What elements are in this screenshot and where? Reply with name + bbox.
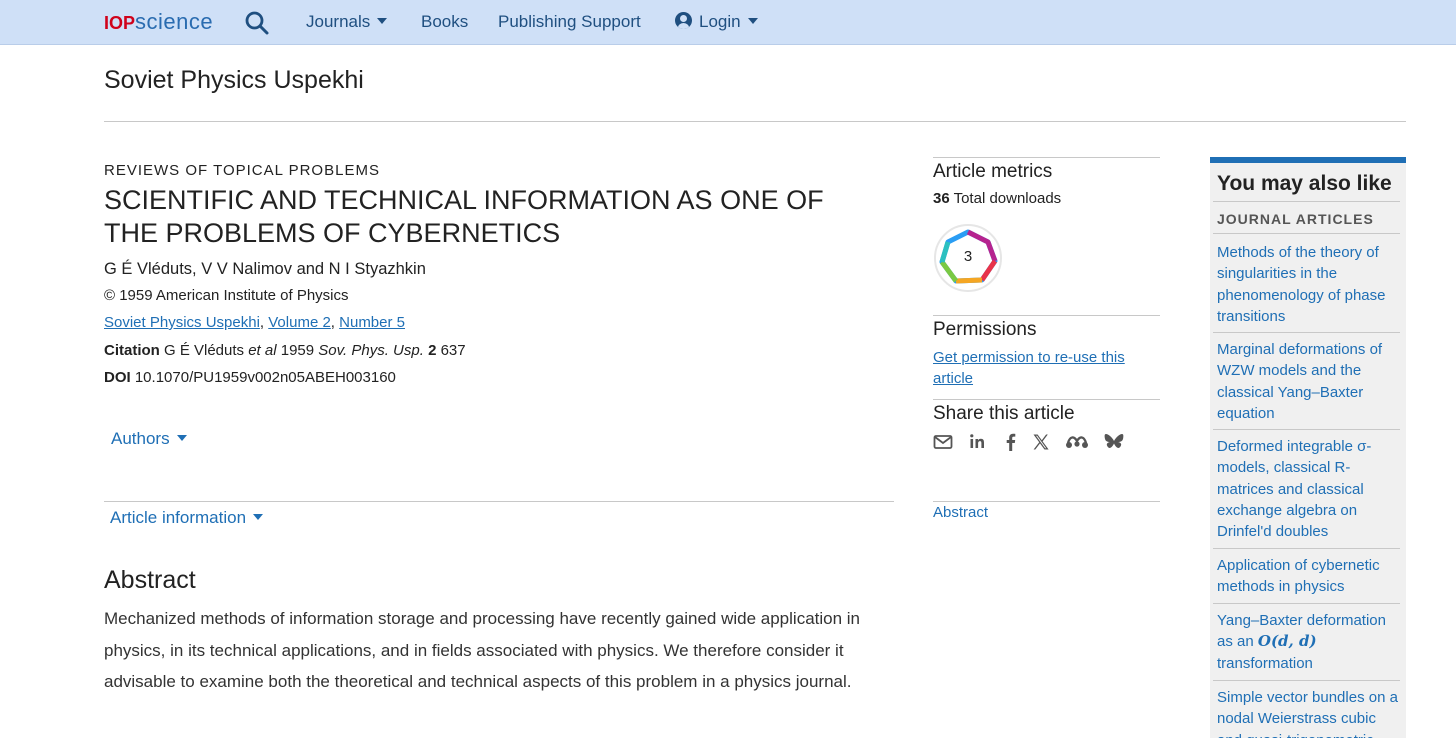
mendeley-icon[interactable] — [1065, 432, 1088, 454]
article-title: SCIENTIFIC AND TECHNICAL INFORMATION AS … — [104, 185, 824, 248]
nav-books-link[interactable]: Books — [421, 12, 468, 32]
chevron-down-icon — [253, 514, 264, 520]
related-article-link[interactable]: Deformed integrable σ-models, classical … — [1217, 436, 1401, 542]
doi-value: 10.1070/PU1959v002n05ABEH003160 — [134, 369, 396, 386]
divider — [933, 501, 1160, 502]
volume-link[interactable]: Volume 2 — [268, 314, 331, 331]
divider — [933, 399, 1160, 400]
related-article-title-part: transformation — [1217, 654, 1313, 672]
doi-label: DOI — [104, 369, 131, 386]
divider — [933, 315, 1160, 316]
article-metrics-heading: Article metrics — [933, 161, 1053, 182]
authors-toggle[interactable]: Authors — [111, 429, 187, 449]
journal-link[interactable]: Soviet Physics Uspekhi — [104, 314, 260, 331]
citation-journal: Sov. Phys. Usp. — [318, 342, 424, 359]
logo-iop-text: IOP — [104, 13, 136, 33]
x-icon[interactable] — [1031, 432, 1053, 454]
logo-science-text: science — [135, 9, 214, 34]
divider — [1213, 429, 1400, 430]
related-article-link[interactable]: Yang–Baxter deformation as an O(d, d) tr… — [1217, 610, 1401, 674]
citation-etal: et al — [248, 342, 277, 359]
citation: Citation G É Vléduts et al 1959 Sov. Phy… — [104, 342, 466, 359]
authors-toggle-label: Authors — [111, 429, 170, 448]
get-permission-link[interactable]: Get permission to re-use this article — [933, 347, 1153, 389]
bluesky-icon[interactable] — [1103, 432, 1125, 454]
divider — [104, 121, 1406, 122]
journal-title[interactable]: Soviet Physics Uspekhi — [104, 66, 364, 95]
iopscience-logo[interactable]: IOPscience — [104, 9, 213, 35]
downloads-count: 36 — [933, 190, 950, 207]
you-may-also-like-panel: You may also like JOURNAL ARTICLES Metho… — [1210, 157, 1406, 738]
citation-authors: G É Vléduts — [164, 342, 245, 359]
chevron-down-icon — [747, 18, 758, 24]
abstract-jump-link[interactable]: Abstract — [933, 504, 988, 521]
article-information-toggle[interactable]: Article information — [110, 508, 264, 528]
downloads-label: Total downloads — [953, 190, 1062, 207]
divider — [1213, 680, 1400, 681]
divider — [1213, 201, 1400, 202]
citation-label: Citation — [104, 342, 160, 359]
journal-articles-subheading: JOURNAL ARTICLES — [1217, 211, 1374, 227]
divider — [104, 501, 894, 502]
divider — [1213, 233, 1400, 234]
divider — [1213, 548, 1400, 549]
related-article-link[interactable]: Simple vector bundles on a nodal Weierst… — [1217, 687, 1401, 738]
divider — [933, 157, 1160, 158]
altmetric-badge[interactable]: 3 — [933, 223, 1003, 293]
article-information-label: Article information — [110, 508, 247, 527]
related-article-math: O(d, d) — [1257, 632, 1317, 651]
related-article-link[interactable]: Marginal deformations of WZW models and … — [1217, 339, 1401, 424]
search-icon[interactable] — [244, 10, 270, 36]
email-icon[interactable] — [933, 432, 955, 454]
permissions-heading: Permissions — [933, 319, 1037, 340]
abstract-text: Mechanized methods of information storag… — [104, 609, 861, 691]
issue-number-link[interactable]: Number 5 — [339, 314, 405, 331]
nav-login-menu[interactable]: Login — [675, 12, 758, 32]
chevron-down-icon — [176, 435, 187, 441]
related-article-link[interactable]: Methods of the theory of singularities i… — [1217, 242, 1401, 327]
citation-volume: 2 — [428, 342, 437, 359]
nav-journals-menu[interactable]: Journals — [306, 12, 388, 32]
total-downloads: 36 Total downloads — [933, 190, 1061, 207]
related-article-link[interactable]: Application of cybernetic methods in phy… — [1217, 555, 1401, 598]
divider — [1213, 603, 1400, 604]
journal-breadcrumb: Soviet Physics Uspekhi, Volume 2, Number… — [104, 314, 405, 331]
nav-journals-label: Journals — [306, 12, 371, 31]
nav-login-label: Login — [699, 12, 741, 31]
abstract-heading: Abstract — [104, 566, 196, 594]
chevron-down-icon — [377, 18, 388, 24]
altmetric-score: 3 — [963, 248, 973, 265]
nav-publishing-support-link[interactable]: Publishing Support — [498, 12, 641, 32]
doi: DOI 10.1070/PU1959v002n05ABEH003160 — [104, 369, 396, 386]
citation-page: 637 — [440, 342, 466, 359]
article-authors: G É Vléduts, V V Nalimov and N I Styazhk… — [104, 260, 426, 278]
share-heading: Share this article — [933, 403, 1075, 424]
user-icon — [675, 12, 692, 29]
top-navigation-bar: IOPscience Journals Books Publishing Sup… — [0, 0, 1456, 45]
article-section-label: REVIEWS OF TOPICAL PROBLEMS — [104, 162, 380, 179]
facebook-icon[interactable] — [1001, 432, 1023, 454]
linkedin-icon[interactable] — [968, 432, 990, 454]
divider — [1213, 332, 1400, 333]
copyright-notice: © 1959 American Institute of Physics — [104, 287, 349, 304]
citation-year: 1959 — [280, 342, 315, 359]
also-like-heading: You may also like — [1217, 172, 1392, 195]
